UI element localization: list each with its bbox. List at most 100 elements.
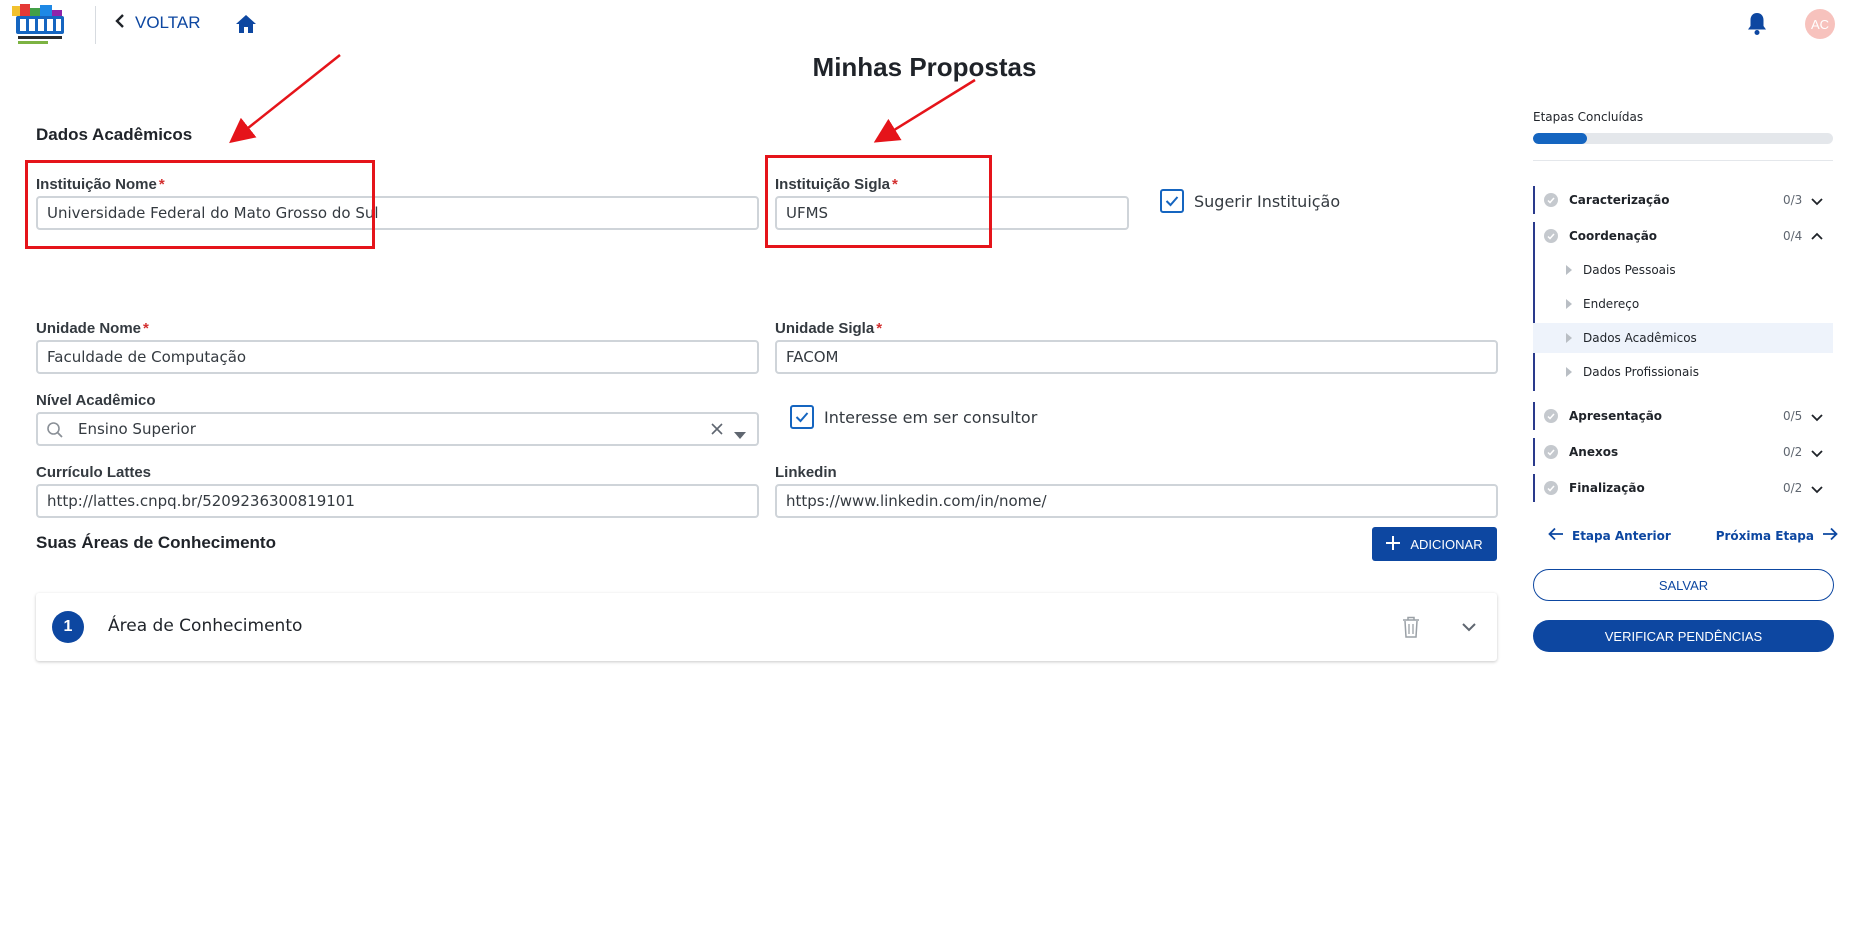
previous-step-button[interactable]: Etapa Anterior xyxy=(1548,527,1671,544)
instituicao-nome-label-text: Instituição Nome xyxy=(36,176,157,193)
back-label: VOLTAR xyxy=(135,13,201,32)
clear-icon[interactable] xyxy=(710,422,724,440)
step-caracterizacao[interactable]: Caracterização 0/3 xyxy=(1533,186,1833,214)
sugerir-instituicao-label: Sugerir Instituição xyxy=(1194,191,1341,211)
instituicao-sigla-label: Instituição Sigla * xyxy=(775,176,898,193)
substep-name: Dados Profissionais xyxy=(1583,365,1699,379)
progress-bar xyxy=(1533,133,1833,144)
required-asterisk: * xyxy=(892,176,898,193)
step-count: 0/5 xyxy=(1783,409,1803,423)
trash-icon[interactable] xyxy=(1400,615,1422,639)
curriculo-lattes-input[interactable]: http://lattes.cnpq.br/5209236300819101 xyxy=(36,484,759,518)
step-navigation: Etapa Anterior Próxima Etapa xyxy=(1548,527,1838,544)
step-count: 0/2 xyxy=(1783,445,1803,459)
required-asterisk: * xyxy=(158,176,165,193)
unidade-nome-label: Unidade Nome * xyxy=(36,320,149,337)
caret-right-icon xyxy=(1566,265,1572,275)
chevron-down-icon[interactable] xyxy=(1810,409,1824,423)
instituicao-nome-input[interactable]: Universidade Federal do Mato Grosso do S… xyxy=(36,196,759,230)
top-bar: VOLTAR AC xyxy=(0,0,1849,48)
add-area-label: ADICIONAR xyxy=(1410,536,1483,552)
interesse-consultor-label: Interesse em ser consultor xyxy=(824,407,1038,427)
checkmark-icon xyxy=(795,412,809,423)
unidade-sigla-input[interactable]: FACOM xyxy=(775,340,1498,374)
substep-name: Endereço xyxy=(1583,297,1640,311)
substep-name: Dados Acadêmicos xyxy=(1583,331,1697,345)
instituicao-sigla-label-text: Instituição Sigla xyxy=(775,176,891,193)
step-name: Anexos xyxy=(1569,445,1619,459)
chevron-down-icon[interactable] xyxy=(1810,445,1824,459)
step-apresentacao[interactable]: Apresentação 0/5 xyxy=(1533,402,1833,430)
caret-right-icon xyxy=(1566,333,1572,343)
nivel-academico-value: Ensino Superior xyxy=(78,420,196,438)
plus-icon xyxy=(1386,532,1401,554)
verify-pending-button[interactable]: VERIFICAR PENDÊNCIAS xyxy=(1533,620,1834,652)
notification-bell-icon[interactable] xyxy=(1745,11,1769,37)
chevron-up-icon[interactable] xyxy=(1810,229,1824,243)
section-title: Dados Acadêmicos xyxy=(36,125,193,144)
step-coordenacao[interactable]: Coordenação 0/4 xyxy=(1533,222,1833,250)
search-icon xyxy=(46,421,64,443)
arrow-right-icon xyxy=(1822,527,1838,544)
step-bar xyxy=(1533,474,1535,502)
chevron-left-icon xyxy=(115,13,125,33)
checkbox-box[interactable] xyxy=(1160,189,1184,213)
area-conhecimento-card[interactable]: 1 Área de Conhecimento xyxy=(36,593,1497,661)
step-count: 0/4 xyxy=(1783,229,1803,243)
progress-label: Etapas Concluídas xyxy=(1533,110,1644,124)
unidade-nome-input[interactable]: Faculdade de Computação xyxy=(36,340,759,374)
step-finalizacao[interactable]: Finalização 0/2 xyxy=(1533,474,1833,502)
unidade-nome-label-text: Unidade Nome xyxy=(36,320,142,337)
step-anexos[interactable]: Anexos 0/2 xyxy=(1533,438,1833,466)
substep-endereco[interactable]: Endereço xyxy=(1533,289,1833,319)
checkmark-icon xyxy=(1165,196,1179,207)
chevron-down-icon[interactable] xyxy=(1810,481,1824,495)
curriculo-lattes-label: Currículo Lattes xyxy=(36,464,152,481)
nivel-academico-label: Nível Acadêmico xyxy=(36,392,156,409)
caret-right-icon xyxy=(1566,299,1572,309)
step-name: Finalização xyxy=(1569,481,1645,495)
step-name: Apresentação xyxy=(1569,409,1663,423)
check-circle-icon xyxy=(1544,409,1558,423)
linkedin-input[interactable]: https://www.linkedin.com/in/nome/ xyxy=(775,484,1498,518)
substep-dados-pessoais[interactable]: Dados Pessoais xyxy=(1533,255,1833,285)
substep-dados-profissionais[interactable]: Dados Profissionais xyxy=(1533,357,1833,387)
previous-step-label: Etapa Anterior xyxy=(1572,528,1671,543)
area-title: Área de Conhecimento xyxy=(108,616,303,636)
dropdown-arrow-icon[interactable] xyxy=(734,426,746,444)
required-asterisk: * xyxy=(876,320,883,337)
step-count: 0/2 xyxy=(1783,481,1803,495)
chevron-down-icon[interactable] xyxy=(1810,193,1824,207)
add-area-button[interactable]: ADICIONAR xyxy=(1372,527,1497,561)
linkedin-label: Linkedin xyxy=(775,464,837,481)
back-button[interactable]: VOLTAR xyxy=(115,13,201,33)
check-circle-icon xyxy=(1544,445,1558,459)
unidade-sigla-label: Unidade Sigla * xyxy=(775,320,882,337)
area-number-badge: 1 xyxy=(52,611,84,643)
step-bar xyxy=(1533,438,1535,466)
arrow-left-icon xyxy=(1548,527,1564,544)
save-button[interactable]: SALVAR xyxy=(1533,569,1834,601)
check-circle-icon xyxy=(1544,229,1558,243)
step-bar xyxy=(1533,402,1535,430)
nivel-academico-select[interactable]: Ensino Superior xyxy=(36,412,759,446)
interesse-consultor-checkbox[interactable]: Interesse em ser consultor xyxy=(790,405,1037,429)
next-step-button[interactable]: Próxima Etapa xyxy=(1716,527,1838,544)
step-name: Caracterização xyxy=(1569,193,1670,207)
instituicao-sigla-input[interactable]: UFMS xyxy=(775,196,1129,230)
substep-dados-academicos[interactable]: Dados Acadêmicos xyxy=(1533,323,1833,353)
user-avatar[interactable]: AC xyxy=(1805,9,1835,39)
next-step-label: Próxima Etapa xyxy=(1715,528,1814,543)
checkbox-box[interactable] xyxy=(790,405,814,429)
sugerir-instituicao-checkbox[interactable]: Sugerir Instituição xyxy=(1160,189,1340,213)
step-name: Coordenação xyxy=(1569,229,1658,243)
instituicao-nome-label: Instituição Nome * xyxy=(36,176,165,193)
progress-fill xyxy=(1533,133,1587,144)
unidade-sigla-label-text: Unidade Sigla xyxy=(775,320,875,337)
check-circle-icon xyxy=(1544,193,1558,207)
header-divider xyxy=(95,6,96,44)
step-bar xyxy=(1533,186,1535,214)
chevron-down-icon[interactable] xyxy=(1460,618,1478,636)
app-logo[interactable] xyxy=(12,2,70,48)
home-icon[interactable] xyxy=(234,12,258,36)
